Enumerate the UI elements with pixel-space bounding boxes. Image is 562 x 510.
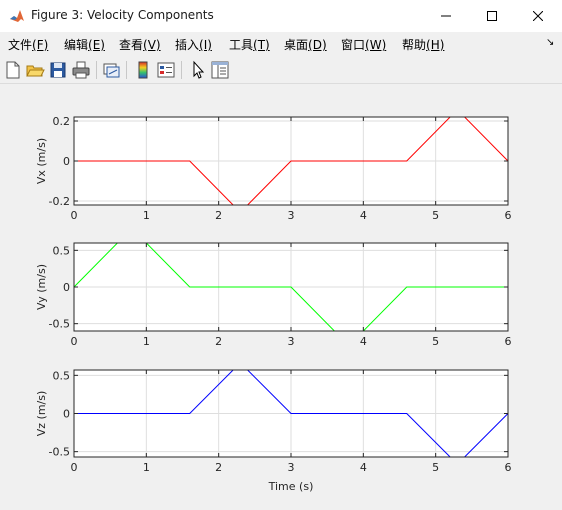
menu-tools-accel: (T) <box>253 38 270 52</box>
colorbar-icon[interactable] <box>133 60 153 80</box>
vz-ylabel: Vz (m/s) <box>35 391 48 437</box>
minimize-icon <box>441 15 451 17</box>
vx-xtick-label: 3 <box>288 209 295 222</box>
minimize-button[interactable] <box>423 0 469 32</box>
vy-xtick-label: 4 <box>360 335 367 348</box>
legend-icon[interactable] <box>156 60 176 80</box>
vz-xtick-label: 3 <box>288 461 295 474</box>
subplots-svg: 0 1 2 3 4 5 60.20-0.2Vx (m/s)0 1 2 3 4 5 60.50-0.5Vy… <box>35 115 512 493</box>
property-inspector-icon[interactable] <box>210 60 230 80</box>
vy-ytick-label: 0 <box>63 281 70 294</box>
vx-xtick-label: 2 <box>215 209 222 222</box>
menu-desktop[interactable]: 桌面(D) <box>284 36 327 53</box>
menu-insert-label: 插入 <box>175 38 200 52</box>
vx-xtick-label: 4 <box>360 209 367 222</box>
vy-ytick-label: 0.5 <box>53 244 71 257</box>
vz-xtick-label: 6 <box>505 461 512 474</box>
vx-xtick-label: 0 <box>71 209 78 222</box>
vz-ytick-label: 0 <box>63 408 70 421</box>
menu-tools[interactable]: 工具(T) <box>229 36 270 53</box>
vz-xtick-label: 4 <box>360 461 367 474</box>
title-bar[interactable]: Figure 3: Velocity Components <box>0 0 562 32</box>
menu-tools-label: 工具 <box>229 38 254 52</box>
vx-xtick-label: 5 <box>432 209 439 222</box>
menu-bar: 文件(F) 编辑(E) 查看(V) 插入(I) 工具(T) 桌面(D) 窗口(W… <box>0 32 562 56</box>
vx-ytick-label: 0 <box>63 155 70 168</box>
menu-edit[interactable]: 编辑(E) <box>64 36 105 53</box>
menu-view-label: 查看 <box>119 38 144 52</box>
vx-ylabel: Vx (m/s) <box>35 138 48 184</box>
vz-ytick-label: -0.5 <box>49 446 70 459</box>
menu-edit-label: 编辑 <box>64 38 89 52</box>
save-icon[interactable] <box>48 60 68 80</box>
link-plot-icon[interactable] <box>101 60 121 80</box>
menu-desktop-label: 桌面 <box>284 38 309 52</box>
toolbar <box>0 57 562 84</box>
toolbar-separator <box>181 61 182 79</box>
vy-xtick-label: 2 <box>215 335 222 348</box>
vz-xtick-label: 0 <box>71 461 78 474</box>
menu-help-label: 帮助 <box>402 38 427 52</box>
menu-help-accel: (H) <box>426 38 445 52</box>
matlab-logo-icon <box>9 8 25 24</box>
vy-xtick-label: 3 <box>288 335 295 348</box>
vz-xtick-label: 1 <box>143 461 150 474</box>
vy-xtick-label: 1 <box>143 335 150 348</box>
vx-xtick-label: 1 <box>143 209 150 222</box>
close-icon <box>533 11 543 21</box>
window-title: Figure 3: Velocity Components <box>31 8 214 22</box>
new-figure-icon[interactable] <box>3 60 23 80</box>
menu-window-label: 窗口 <box>341 38 366 52</box>
menu-file-label: 文件 <box>8 38 33 52</box>
close-button[interactable] <box>515 0 561 32</box>
figure-canvas[interactable]: 0 1 2 3 4 5 6 0.2 0 -0.2 Vx (m/s) 0 1 2 3 4 5 6 0.5 0 -0.5 Vy… <box>1 84 561 506</box>
vy-xtick-label: 0 <box>71 335 78 348</box>
vy-ytick-label: -0.5 <box>49 318 70 331</box>
vy-ylabel: Vy (m/s) <box>35 264 48 310</box>
vx-xtick-label: 6 <box>505 209 512 222</box>
open-file-icon[interactable] <box>25 60 45 80</box>
vz-xtick-label: 5 <box>432 461 439 474</box>
figure-window: Figure 3: Velocity Components 文件(F) 编辑(E… <box>0 0 562 507</box>
menu-overflow-icon[interactable]: ↘ <box>546 37 554 48</box>
menu-file[interactable]: 文件(F) <box>8 36 48 53</box>
vx-ytick-label: 0.2 <box>53 115 71 128</box>
menu-window-accel: (W) <box>365 38 387 52</box>
toolbar-separator <box>96 61 97 79</box>
vy-xtick-label: 6 <box>505 335 512 348</box>
maximize-icon <box>487 11 497 21</box>
vz-ytick-label: 0.5 <box>53 369 71 382</box>
vy-xtick-label: 5 <box>432 335 439 348</box>
vz-xlabel: Time (s) <box>268 480 314 493</box>
toolbar-separator <box>126 61 127 79</box>
menu-insert[interactable]: 插入(I) <box>175 36 212 53</box>
vx-ytick-label: -0.2 <box>49 195 70 208</box>
menu-edit-accel: (E) <box>88 38 105 52</box>
menu-view[interactable]: 查看(V) <box>119 36 161 53</box>
menu-file-accel: (F) <box>32 38 49 52</box>
pointer-icon[interactable] <box>188 60 208 80</box>
menu-help[interactable]: 帮助(H) <box>402 36 444 53</box>
print-icon[interactable] <box>71 60 91 80</box>
menu-desktop-accel: (D) <box>308 38 327 52</box>
menu-view-accel: (V) <box>143 38 161 52</box>
vz-xtick-label: 2 <box>215 461 222 474</box>
menu-window[interactable]: 窗口(W) <box>341 36 386 53</box>
maximize-button[interactable] <box>469 0 515 32</box>
menu-insert-accel: (I) <box>199 38 212 52</box>
